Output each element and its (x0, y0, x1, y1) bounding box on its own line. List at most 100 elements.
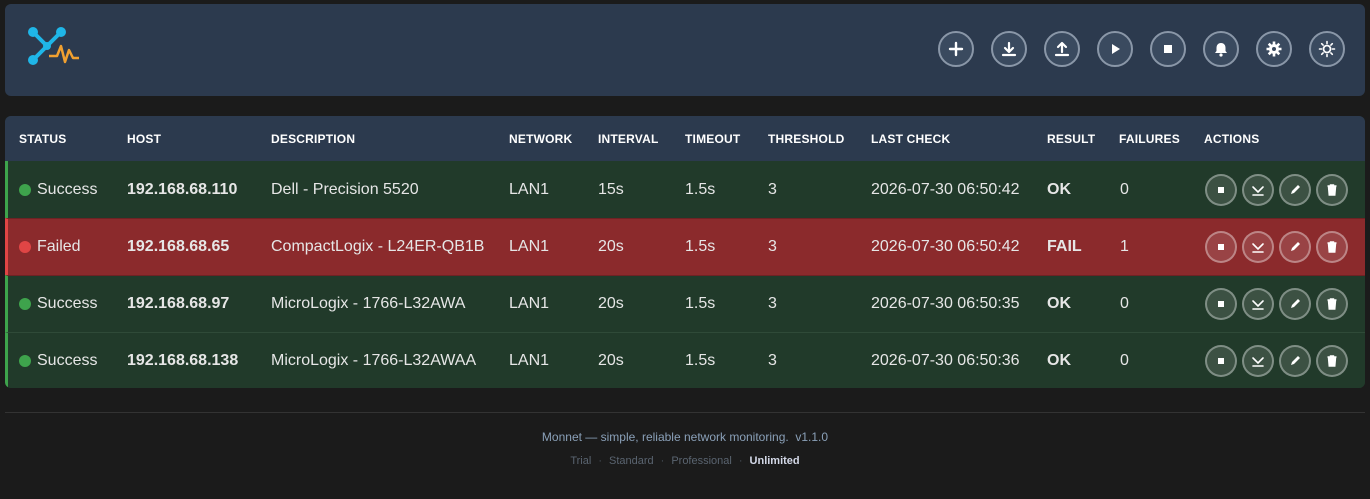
cell-failures: 0 (1120, 295, 1129, 312)
plan-professional[interactable]: Professional (671, 455, 732, 467)
status-text: Success (37, 180, 98, 198)
header-host[interactable]: HOST (127, 116, 161, 161)
stop-icon (1218, 301, 1224, 307)
stop-button[interactable] (1150, 31, 1186, 67)
chart-button[interactable] (1242, 288, 1274, 320)
header-last-check[interactable]: LAST CHECK (871, 116, 950, 161)
status-text: Success (37, 352, 98, 369)
stop-button[interactable] (1205, 173, 1237, 206)
status-text: Failed (37, 238, 81, 255)
cell-description: CompactLogix - L24ER-QB1B (271, 238, 485, 255)
stop-button[interactable] (1205, 231, 1237, 263)
pencil-button[interactable] (1279, 231, 1311, 263)
cell-threshold: 3 (768, 238, 777, 255)
bell-icon (1215, 43, 1227, 57)
chart-button[interactable] (1242, 231, 1274, 263)
add-button[interactable] (938, 31, 974, 67)
table-row[interactable]: Success 192.168.68.110 Dell - Precision 55… (5, 161, 1365, 218)
header-interval[interactable]: INTERVAL (598, 116, 659, 161)
row-actions (1205, 161, 1348, 218)
trash-button[interactable] (1316, 173, 1348, 206)
table-row[interactable]: Success 192.168.68.138 MicroLogix - 1766-L… (5, 332, 1365, 388)
header-failures[interactable]: FAILURES (1119, 116, 1180, 161)
header-status[interactable]: STATUS (19, 116, 66, 161)
header-network[interactable]: NETWORK (509, 116, 572, 161)
table-row[interactable]: Failed 192.168.68.65 CompactLogix - L24ER-… (5, 218, 1365, 275)
status-dot-icon (19, 183, 31, 196)
plan-standard[interactable]: Standard (609, 455, 654, 467)
row-actions (1205, 219, 1348, 275)
cell-threshold: 3 (768, 295, 777, 312)
pencil-button[interactable] (1279, 173, 1311, 206)
chart-button[interactable] (1242, 345, 1274, 377)
cell-host: 192.168.68.138 (127, 352, 239, 369)
pencil-icon (1291, 299, 1300, 308)
cell-timeout: 1.5s (685, 295, 716, 312)
stop-button[interactable] (1205, 288, 1237, 320)
header-actions: ACTIONS (1204, 131, 1260, 146)
chart-button[interactable] (1242, 173, 1274, 206)
pencil-icon (1291, 356, 1300, 365)
cell-last-check: 2026-07-30 06:50:36 (871, 352, 1020, 369)
cell-description: MicroLogix - 1766-L32AWAA (271, 352, 477, 369)
cell-interval: 20s (598, 295, 624, 312)
chart-icon (1252, 300, 1264, 310)
status-dot-icon (19, 298, 31, 310)
version-text: v1.1.0 (795, 430, 829, 444)
trash-icon (1327, 241, 1337, 253)
pencil-button[interactable] (1279, 345, 1311, 377)
cell-failures: 0 (1120, 352, 1129, 369)
cell-failures: 1 (1120, 238, 1129, 255)
download-icon (1001, 41, 1017, 57)
cell-host: 192.168.68.110 (127, 180, 238, 198)
cell-status: Failed (19, 219, 81, 275)
sun-icon (1318, 40, 1336, 58)
footer-divider (5, 412, 1365, 413)
toolbar (938, 31, 1345, 67)
upload-button[interactable] (1044, 31, 1080, 67)
header-description[interactable]: DESCRIPTION (271, 116, 355, 161)
header-timeout[interactable]: TIMEOUT (685, 116, 740, 161)
cell-status: Success (19, 333, 97, 388)
cell-interval: 20s (598, 238, 624, 255)
cell-threshold: 3 (768, 352, 777, 369)
plan-separator: · (660, 455, 665, 467)
plus-icon (948, 41, 964, 57)
theme-button[interactable] (1309, 31, 1345, 67)
plan-separator: · (738, 455, 743, 467)
cell-result: OK (1047, 295, 1071, 312)
trash-button[interactable] (1316, 345, 1348, 377)
cell-host: 192.168.68.97 (127, 295, 230, 312)
pencil-icon (1291, 242, 1300, 251)
status-text: Success (37, 295, 98, 312)
cell-network: LAN1 (509, 352, 550, 369)
row-actions (1205, 333, 1348, 388)
start-button[interactable] (1097, 31, 1133, 67)
table-header: STATUS HOST DESCRIPTION NETWORK INTERVAL… (5, 116, 1365, 161)
cell-threshold: 3 (768, 180, 777, 198)
plan-unlimited[interactable]: Unlimited (750, 455, 800, 467)
chart-icon (1252, 243, 1264, 253)
header-result[interactable]: RESULT (1047, 116, 1095, 161)
table-row[interactable]: Success 192.168.68.97 MicroLogix - 1766-L3… (5, 275, 1365, 332)
stop-button[interactable] (1205, 345, 1237, 377)
cell-interval: 20s (598, 352, 624, 369)
notifications-button[interactable] (1203, 31, 1239, 67)
status-dot-icon (19, 355, 31, 367)
monnet-logo[interactable] (27, 26, 81, 68)
download-button[interactable] (991, 31, 1027, 67)
cell-last-check: 2026-07-30 06:50:35 (871, 295, 1020, 312)
pencil-icon (1291, 184, 1300, 194)
header-threshold[interactable]: THRESHOLD (768, 116, 844, 161)
trash-button[interactable] (1316, 288, 1348, 320)
app-header (5, 4, 1365, 96)
trash-button[interactable] (1316, 231, 1348, 263)
plan-trial[interactable]: Trial (570, 455, 591, 467)
row-actions (1205, 276, 1348, 332)
gear-icon (1266, 41, 1282, 57)
settings-button[interactable] (1256, 31, 1292, 67)
cell-timeout: 1.5s (685, 180, 716, 198)
pencil-button[interactable] (1279, 288, 1311, 320)
chart-icon (1252, 357, 1264, 367)
tagline-text: Monnet — simple, reliable network monito… (541, 430, 789, 444)
